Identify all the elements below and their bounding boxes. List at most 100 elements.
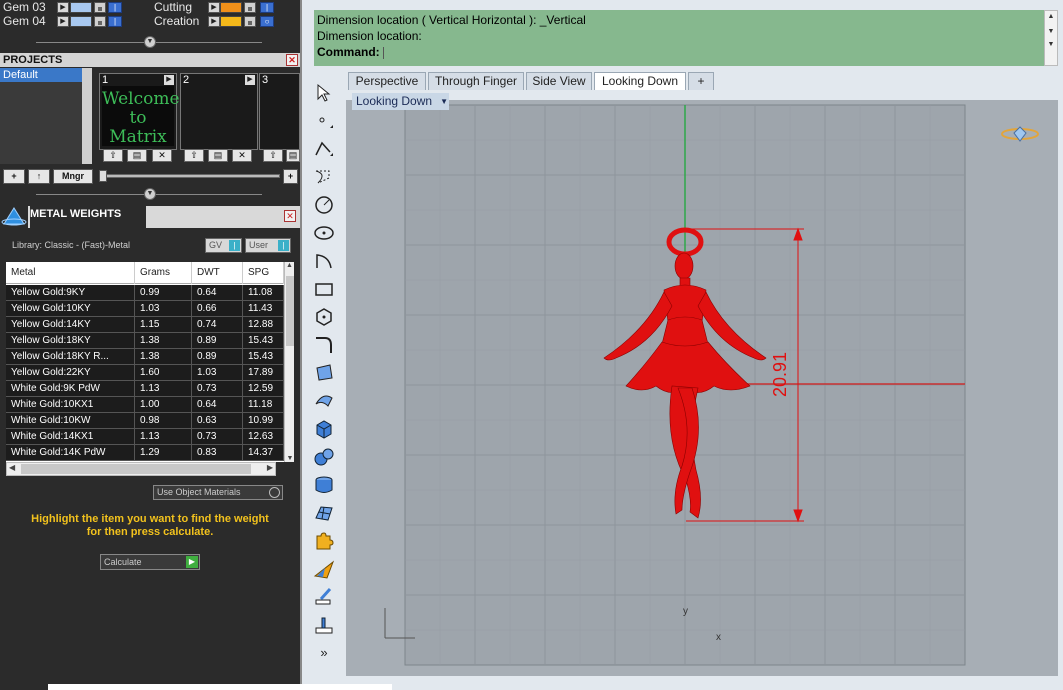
- user-toggle[interactable]: User |: [245, 238, 291, 253]
- viewport-name-dropdown[interactable]: Looking Down ▼: [352, 93, 449, 110]
- tab-perspective[interactable]: Perspective: [348, 72, 426, 90]
- polygon-icon[interactable]: [311, 304, 337, 330]
- circle-icon[interactable]: [311, 192, 337, 218]
- scroll-up-icon[interactable]: ▲: [285, 262, 294, 269]
- projects-list[interactable]: Default: [0, 68, 92, 164]
- puzzle-icon[interactable]: [311, 528, 337, 554]
- sweep-icon[interactable]: [311, 388, 337, 414]
- column-header-grams[interactable]: Grams: [135, 262, 192, 284]
- layer-play-icon[interactable]: ▶: [57, 2, 69, 13]
- visibility-toggle[interactable]: ○: [260, 16, 274, 27]
- project-slot-1[interactable]: 1 ▶ Welcome to Matrix: [99, 73, 180, 150]
- delete-icon[interactable]: ✕: [152, 149, 172, 162]
- select-arrow-icon[interactable]: [311, 80, 337, 106]
- table-row[interactable]: Yellow Gold:18KY R... 1.38 0.89 15.43: [6, 349, 284, 365]
- scroll-left-icon[interactable]: ◀: [9, 463, 15, 472]
- box-solid-icon[interactable]: [311, 416, 337, 442]
- save-icon[interactable]: ▤: [208, 149, 228, 162]
- layer-play-icon[interactable]: ▶: [57, 16, 69, 27]
- scrollbar-thumb[interactable]: [21, 464, 251, 474]
- slider-thumb[interactable]: [99, 170, 107, 182]
- add-tab-button[interactable]: +: [688, 72, 714, 90]
- visibility-toggle[interactable]: |: [108, 16, 122, 27]
- tab-through-finger[interactable]: Through Finger: [428, 72, 524, 90]
- save-icon[interactable]: ▤: [127, 149, 147, 162]
- use-object-materials-toggle[interactable]: Use Object Materials: [153, 485, 283, 500]
- layer-row[interactable]: Gem 04 ▶ | Creation ▶ ○: [0, 14, 300, 29]
- scrollbar[interactable]: [82, 68, 92, 164]
- column-header-spg[interactable]: SPG: [243, 262, 284, 284]
- gv-toggle[interactable]: GV |: [205, 238, 242, 253]
- scrollbar-thumb[interactable]: [286, 276, 294, 346]
- scroll-down-icon[interactable]: ▼: [1045, 41, 1057, 48]
- analysis-tool-icon[interactable]: [311, 612, 337, 638]
- table-row[interactable]: White Gold:10KW 0.98 0.63 10.99: [6, 413, 284, 429]
- command-area[interactable]: Dimension location ( Vertical Horizontal…: [314, 10, 1044, 66]
- play-icon[interactable]: ▶: [164, 75, 174, 85]
- delete-icon[interactable]: ✕: [232, 149, 252, 162]
- table-vertical-scrollbar[interactable]: ▲ ▼: [284, 262, 294, 462]
- collapse-knob-icon[interactable]: ▼: [144, 188, 156, 200]
- thumbnail-size-slider[interactable]: [99, 170, 280, 182]
- play-icon[interactable]: ▶: [245, 75, 255, 85]
- table-row[interactable]: White Gold:10KX1 1.00 0.64 11.18: [6, 397, 284, 413]
- table-row[interactable]: Yellow Gold:22KY 1.60 1.03 17.89: [6, 365, 284, 381]
- command-input[interactable]: [382, 46, 384, 59]
- lock-icon[interactable]: [244, 2, 256, 13]
- visibility-toggle[interactable]: |: [260, 2, 274, 13]
- curve-icon[interactable]: [311, 164, 337, 190]
- lock-icon[interactable]: [244, 16, 256, 27]
- mesh-surface-icon[interactable]: [311, 500, 337, 526]
- viewport-looking-down[interactable]: 20.91: [346, 100, 1058, 676]
- table-row[interactable]: White Gold:14K PdW 1.29 0.83 14.37: [6, 445, 284, 461]
- point-icon[interactable]: [311, 108, 337, 134]
- rectangle-icon[interactable]: [311, 276, 337, 302]
- table-row[interactable]: Yellow Gold:14KY 1.15 0.74 12.88: [6, 317, 284, 333]
- sphere-solid-icon[interactable]: [311, 444, 337, 470]
- upload-icon[interactable]: ⇧: [103, 149, 123, 162]
- table-row[interactable]: White Gold:9K PdW 1.13 0.73 12.59: [6, 381, 284, 397]
- polyline-icon[interactable]: [311, 136, 337, 162]
- manager-button[interactable]: Mngr: [53, 169, 93, 184]
- table-row[interactable]: Yellow Gold:9KY 0.99 0.64 11.08: [6, 285, 284, 301]
- add-slot-button[interactable]: +: [283, 169, 298, 184]
- cylinder-solid-icon[interactable]: [311, 472, 337, 498]
- project-slot-2[interactable]: 2 ▶: [180, 73, 258, 150]
- visibility-toggle[interactable]: |: [108, 2, 122, 13]
- move-up-button[interactable]: ↑: [28, 169, 50, 184]
- gem-widget-icon[interactable]: [1000, 125, 1040, 148]
- calculate-button[interactable]: Calculate ▶: [100, 554, 200, 570]
- tab-looking-down[interactable]: Looking Down: [594, 72, 686, 90]
- surface-from-curves-icon[interactable]: [311, 360, 337, 386]
- table-horizontal-scrollbar[interactable]: ◀ ▶: [6, 462, 276, 476]
- viewport-canvas[interactable]: [346, 100, 1058, 676]
- layer-color-swatch[interactable]: [220, 16, 242, 27]
- layer-play-icon[interactable]: ▶: [208, 16, 220, 27]
- gem-tool-icon[interactable]: [311, 556, 337, 582]
- table-row[interactable]: White Gold:14KX1 1.13 0.73 12.63: [6, 429, 284, 445]
- layer-play-icon[interactable]: ▶: [208, 2, 220, 13]
- arc-icon[interactable]: [311, 248, 337, 274]
- list-item[interactable]: Default: [0, 68, 82, 82]
- layer-color-swatch[interactable]: [220, 2, 242, 13]
- scroll-down-icon[interactable]: ▼: [1045, 28, 1057, 35]
- tab-side-view[interactable]: Side View: [526, 72, 592, 90]
- layer-row[interactable]: Gem 03 ▶ | Cutting ▶ |: [0, 0, 300, 15]
- table-row[interactable]: Yellow Gold:10KY 1.03 0.66 11.43: [6, 301, 284, 317]
- lock-icon[interactable]: [94, 16, 106, 27]
- more-tools-icon[interactable]: »: [311, 640, 337, 666]
- close-icon[interactable]: ✕: [284, 210, 296, 222]
- scroll-right-icon[interactable]: ▶: [267, 463, 273, 472]
- column-header-dwt[interactable]: DWT: [192, 262, 243, 284]
- scroll-down-icon[interactable]: ▼: [285, 455, 294, 462]
- save-icon[interactable]: ▤: [286, 149, 300, 162]
- add-project-button[interactable]: +: [3, 169, 25, 184]
- table-row[interactable]: Yellow Gold:18KY 1.38 0.89 15.43: [6, 333, 284, 349]
- upload-icon[interactable]: ⇧: [184, 149, 204, 162]
- measure-tool-icon[interactable]: [311, 584, 337, 610]
- close-icon[interactable]: ✕: [286, 54, 298, 66]
- project-slot-3[interactable]: 3: [259, 73, 300, 150]
- layer-color-swatch[interactable]: [70, 16, 92, 27]
- ellipse-icon[interactable]: [311, 220, 337, 246]
- column-header-metal[interactable]: Metal: [6, 262, 135, 284]
